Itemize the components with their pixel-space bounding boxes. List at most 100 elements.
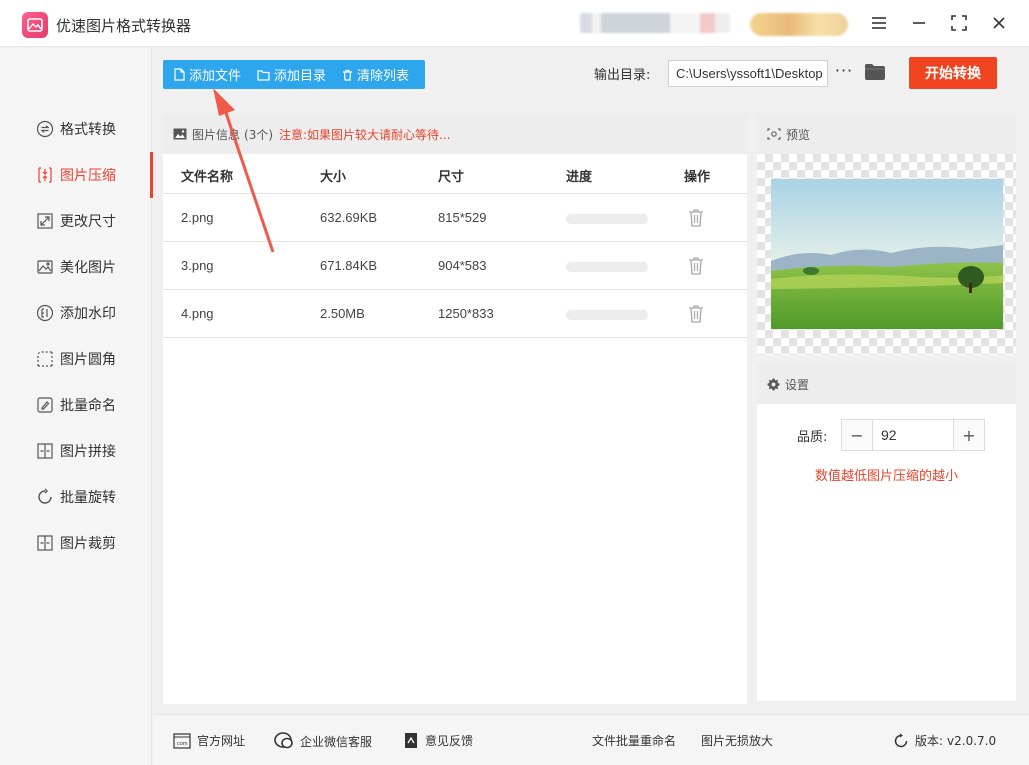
preview-image [771,179,1003,329]
lossless-enlarge-label: 图片无损放大 [701,734,774,748]
footer: com 官方网址 企业微信客服 意见反馈 文件批量重命名 图片无损放大 版本: … [153,714,1029,765]
preview-icon [767,128,781,140]
open-folder-icon[interactable] [864,63,886,81]
rounded-corner-icon [36,350,54,368]
file-name: 4.png [181,306,214,321]
progress-bar [566,310,648,320]
format-convert-icon [36,120,54,138]
minimize-icon[interactable] [906,10,932,36]
settings-panel: 设置 品质: − + 数值越低图片压缩的越小 [757,364,1016,701]
file-name: 3.png [181,258,214,273]
sidebar-item-compress[interactable]: 图片压缩 [0,152,153,198]
preview-canvas [757,154,1016,355]
crop-icon [36,534,54,552]
decrease-button[interactable]: − [842,420,873,450]
clear-list-label: 清除列表 [357,69,410,84]
refresh-icon [894,733,908,747]
sidebar-item-stitch[interactable]: 图片拼接 [0,428,152,474]
column-header-dims: 尺寸 [438,170,465,185]
sidebar-item-rename[interactable]: 批量命名 [0,382,152,428]
sidebar-item-label: 更改尺寸 [60,214,116,230]
version-number: v2.0.7.0 [947,733,997,748]
quality-label: 品质: [797,430,828,445]
file-size: 671.84KB [320,258,378,273]
delete-icon[interactable] [687,256,705,276]
table-row[interactable]: 2.png 632.69KB 815*529 [163,194,747,242]
delete-icon[interactable] [687,208,705,228]
progress-bar [566,262,648,272]
column-header-progress: 进度 [566,170,593,185]
sidebar-item-beautify[interactable]: 美化图片 [0,244,152,290]
wechat-support-link[interactable]: 企业微信客服 [274,732,372,750]
sidebar-item-rotate[interactable]: 批量旋转 [0,474,152,520]
app-logo [22,12,48,38]
progress-bar [566,214,648,224]
file-list-panel: 图片信息 (3个) 注意:如果图片较大请耐心等待... 文件名称 大小 尺寸 进… [163,114,747,704]
feedback-link[interactable]: 意见反馈 [403,732,473,749]
sidebar-item-crop[interactable]: 图片裁剪 [0,520,152,566]
stitch-icon [36,442,54,460]
sidebar-item-watermark[interactable]: 添加水印 [0,290,152,336]
file-size: 632.69KB [320,210,378,225]
resize-icon [36,212,54,230]
sidebar: 格式转换 图片压缩 更改尺寸 美化图片 添加水印 图片圆角 批量命名 图片拼接 … [0,48,153,765]
sidebar-item-label: 图片圆角 [60,352,116,368]
file-count: (3个) [244,127,274,142]
user-account-info[interactable] [580,13,730,33]
sidebar-item-label: 添加水印 [60,306,116,322]
table-header: 文件名称 大小 尺寸 进度 操作 [163,154,747,194]
clear-list-button[interactable]: 清除列表 [342,60,409,89]
website-link[interactable]: com 官方网址 [173,732,245,749]
close-icon[interactable] [986,10,1012,36]
file-name: 2.png [181,210,214,225]
title-bar: 优速图片格式转换器 [0,0,1029,47]
quality-hint: 数值越低图片压缩的越小 [814,469,958,484]
file-panel-header: 图片信息 (3个) 注意:如果图片较大请耐心等待... [163,114,747,154]
sidebar-item-label: 格式转换 [60,122,116,138]
column-header-name: 文件名称 [181,170,234,185]
add-file-button[interactable]: 添加文件 [174,60,241,89]
version-info[interactable]: 版本: v2.0.7.0 [893,732,996,749]
output-path-field[interactable]: C:\Users\yssoft1\Desktop [668,60,828,87]
website-label: 官方网址 [197,734,246,748]
folder-icon [257,69,270,81]
sidebar-item-label: 图片压缩 [60,168,116,184]
delete-icon[interactable] [687,304,705,324]
start-convert-button[interactable]: 开始转换 [909,57,997,89]
wechat-icon [274,732,293,749]
sidebar-item-label: 图片裁剪 [60,536,116,552]
table-row[interactable]: 4.png 2.50MB 1250*833 [163,290,747,338]
batch-rename-label: 文件批量重命名 [592,734,677,748]
column-header-size: 大小 [320,170,347,185]
feedback-icon [405,733,417,748]
beautify-icon [36,258,54,276]
menu-icon[interactable] [866,10,892,36]
watermark-icon [36,304,54,322]
table-row[interactable]: 3.png 671.84KB 904*583 [163,242,747,290]
column-header-action: 操作 [684,170,711,185]
quality-input[interactable] [873,420,953,450]
wechat-label: 企业微信客服 [300,734,373,749]
more-options-button[interactable]: ··· [834,62,854,84]
feedback-label: 意见反馈 [425,734,474,748]
batch-rename-link[interactable]: 文件批量重命名 [592,732,676,749]
quality-stepper: − + [841,419,985,451]
add-directory-button[interactable]: 添加目录 [257,60,326,89]
sidebar-item-label: 美化图片 [60,260,116,276]
sidebar-item-resize[interactable]: 更改尺寸 [0,198,152,244]
vip-badge[interactable] [750,13,848,36]
increase-button[interactable]: + [953,420,984,450]
sidebar-item-rounded-corner[interactable]: 图片圆角 [0,336,152,382]
compress-icon [36,166,54,184]
file-icon [174,68,185,81]
app-title: 优速图片格式转换器 [56,17,192,35]
trash-icon [343,69,353,81]
maximize-icon[interactable] [946,10,972,36]
lossless-enlarge-link[interactable]: 图片无损放大 [701,732,773,749]
file-toolbar: 添加文件 添加目录 清除列表 [163,60,425,89]
add-directory-label: 添加目录 [274,69,327,84]
file-size: 2.50MB [320,306,365,321]
sidebar-item-format-convert[interactable]: 格式转换 [0,106,152,152]
svg-text:com: com [177,741,188,747]
rotate-icon [36,488,54,506]
